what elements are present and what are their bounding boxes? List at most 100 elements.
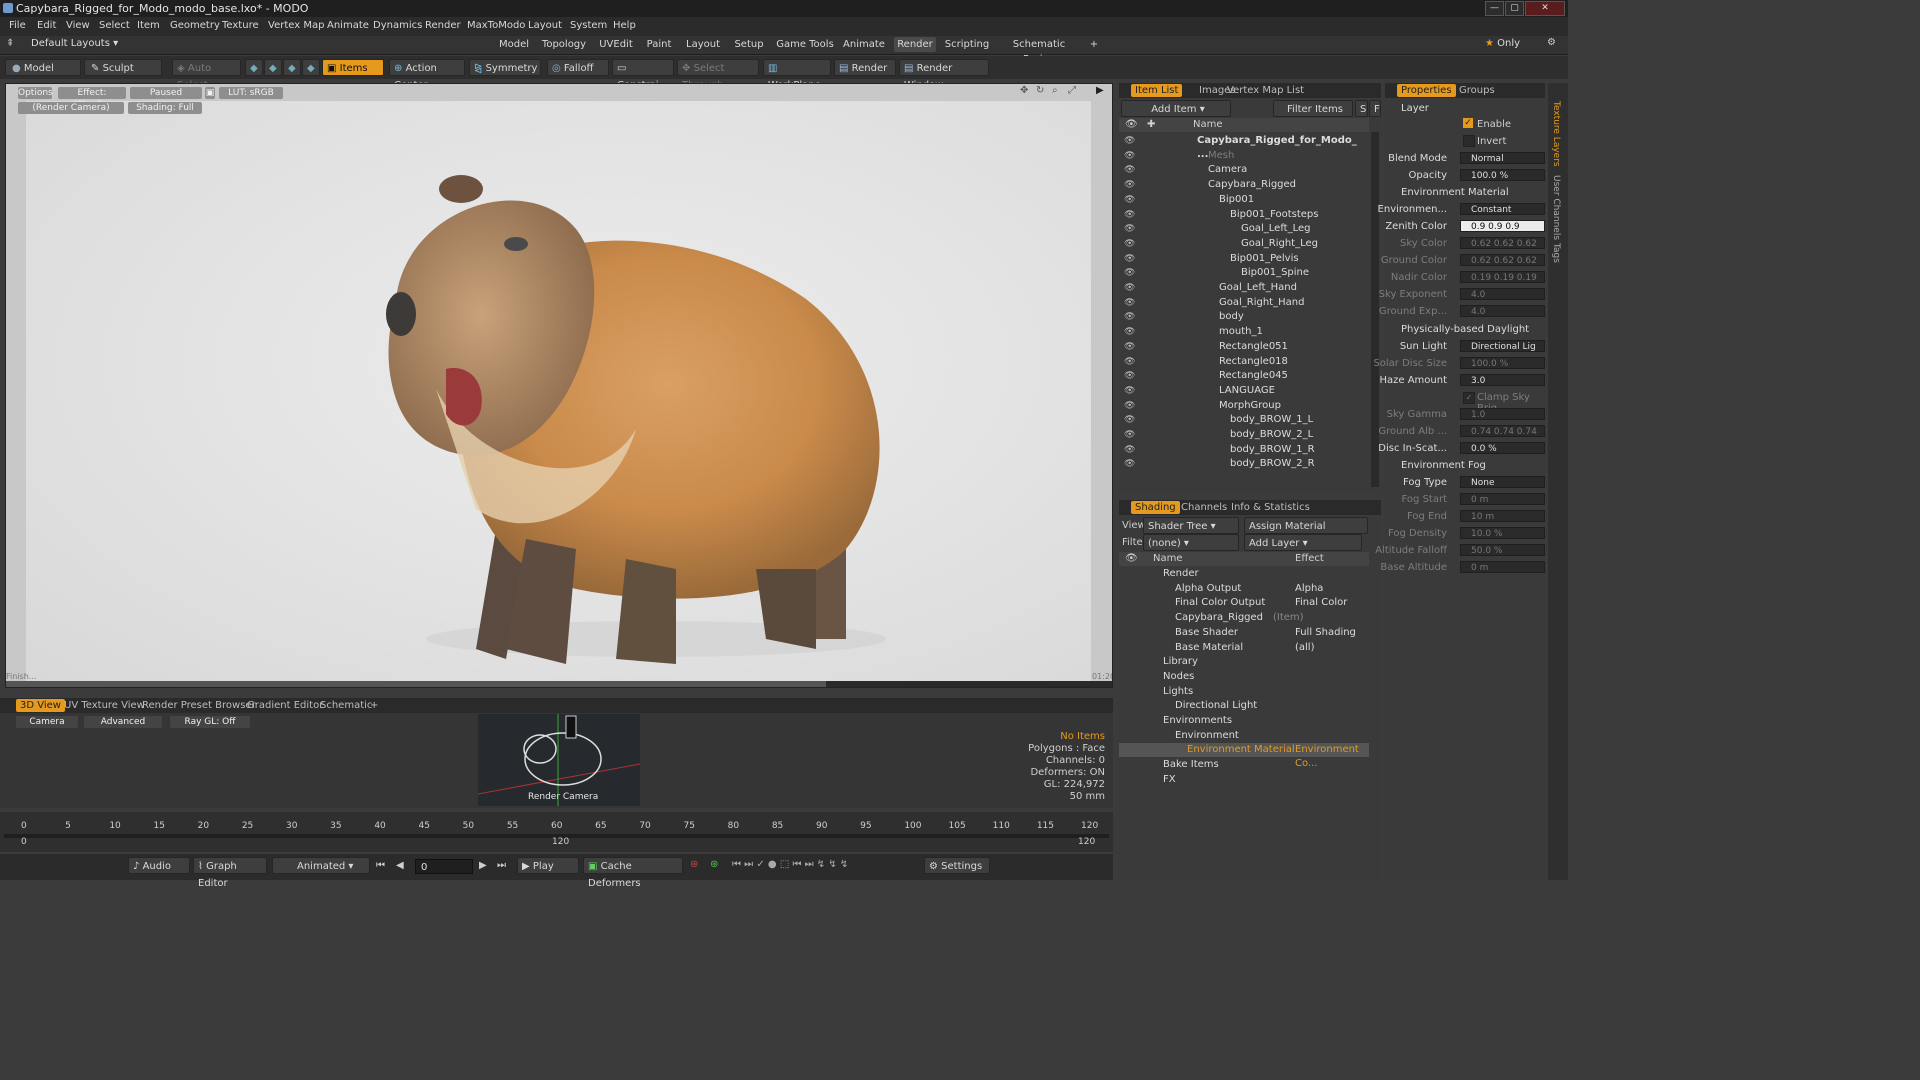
tab-groups[interactable]: Groups bbox=[1455, 84, 1499, 97]
opacity-field[interactable]: 100.0 % bbox=[1460, 169, 1545, 181]
item-row[interactable]: 👁 Mesh bbox=[1119, 149, 1367, 163]
symmetry-button[interactable]: ⧎ Symmetry bbox=[469, 59, 541, 76]
menu-file[interactable]: File bbox=[9, 20, 26, 31]
invert-checkbox[interactable] bbox=[1463, 135, 1475, 147]
menu-geometry[interactable]: Geometry bbox=[170, 20, 220, 31]
render-window-button[interactable]: ▤ Render Window bbox=[899, 59, 989, 91]
item-row[interactable]: 👁 body bbox=[1119, 310, 1367, 324]
sun-light-dropdown[interactable]: Directional Lig ... bbox=[1460, 340, 1545, 364]
haze-amount-field[interactable]: 3.0 bbox=[1460, 374, 1545, 386]
lut-dropdown[interactable]: LUT: sRGB bbox=[219, 87, 283, 99]
visibility-icon[interactable]: 👁 bbox=[1124, 325, 1135, 337]
snapshot-icon[interactable]: ▣ bbox=[205, 87, 215, 99]
tab-properties[interactable]: Properties bbox=[1397, 84, 1456, 97]
render-button[interactable]: ▤ Render bbox=[834, 59, 896, 76]
menu-item[interactable]: Item bbox=[137, 20, 160, 31]
item-row[interactable]: 👁 body_BROW_2_L bbox=[1119, 428, 1367, 442]
only-toggle[interactable]: ★ Only bbox=[1485, 38, 1520, 49]
move-view-icon[interactable]: ✥ bbox=[1020, 85, 1028, 96]
tab-layout[interactable]: Layout bbox=[683, 37, 723, 52]
zenith-color-field[interactable]: 0.9 0.9 0.9 bbox=[1460, 220, 1545, 232]
edges-mode-button[interactable]: ◆ bbox=[264, 59, 282, 76]
tab-tags[interactable]: Tags bbox=[1551, 243, 1561, 263]
shader-row[interactable]: Render bbox=[1119, 567, 1369, 581]
shader-row[interactable]: Directional Light bbox=[1119, 699, 1369, 713]
menu-system[interactable]: System bbox=[570, 20, 607, 31]
tab-shading[interactable]: Shading bbox=[1131, 501, 1180, 514]
maximize-icon[interactable]: ▢ bbox=[1505, 1, 1524, 16]
visibility-icon[interactable]: 👁 bbox=[1124, 281, 1135, 293]
frame-field[interactable]: 0 bbox=[415, 859, 473, 874]
item-row[interactable]: 👁 Goal_Right_Hand bbox=[1119, 296, 1367, 310]
base-altitude-field[interactable]: 0 m bbox=[1460, 561, 1545, 573]
visibility-icon[interactable]: 👁 bbox=[1124, 355, 1135, 367]
items-mode-button[interactable]: ▣ Items bbox=[322, 59, 384, 76]
tab-animate[interactable]: Animate bbox=[842, 37, 886, 52]
item-row[interactable]: 👁 Capybara_Rigged_for_Modo_ ... bbox=[1119, 134, 1367, 160]
tab-info-statistics[interactable]: Info & Statistics bbox=[1227, 501, 1314, 514]
altitude-falloff-field[interactable]: 50.0 % bbox=[1460, 544, 1545, 556]
shader-row[interactable]: Nodes bbox=[1119, 670, 1369, 684]
tab-render[interactable]: Render bbox=[894, 37, 936, 52]
ground-color-field[interactable]: 0.62 0.62 0.62 bbox=[1460, 254, 1545, 266]
gear-icon[interactable]: ⚙ bbox=[1547, 37, 1556, 48]
visibility-icon[interactable]: 👁 bbox=[1124, 208, 1135, 220]
maximize-view-icon[interactable]: ⤢ bbox=[1068, 85, 1076, 96]
visibility-icon[interactable]: 👁 bbox=[1124, 310, 1135, 322]
ground-exponent-field[interactable]: 4.0 bbox=[1460, 305, 1545, 317]
fog-end-field[interactable]: 10 m bbox=[1460, 510, 1545, 522]
graph-editor-button[interactable]: ⌇ Graph Editor bbox=[193, 857, 267, 889]
tab-channels[interactable]: Channels bbox=[1177, 501, 1231, 514]
shader-effect[interactable]: Full Shading bbox=[1295, 626, 1356, 640]
camera-thumbnail[interactable]: Render Camera bbox=[477, 714, 641, 806]
tab-model[interactable]: Model bbox=[496, 37, 532, 52]
enable-checkbox[interactable]: ✓ bbox=[1463, 118, 1473, 128]
item-row[interactable]: 👁 Goal_Right_Leg bbox=[1119, 237, 1367, 251]
shader-row[interactable]: Library bbox=[1119, 655, 1369, 669]
shader-row[interactable]: Base Shader Full Shading bbox=[1119, 626, 1369, 640]
sky-gamma-field[interactable]: 1.0 bbox=[1460, 408, 1545, 420]
tab-game-tools[interactable]: Game Tools bbox=[776, 37, 834, 52]
viewport-scrollbar[interactable] bbox=[6, 681, 1112, 687]
shader-effect[interactable]: (all) bbox=[1295, 641, 1315, 655]
item-row[interactable]: 👁 Rectangle051 bbox=[1119, 340, 1367, 354]
tab-3d-view[interactable]: 3D View bbox=[16, 699, 65, 712]
shader-effect[interactable]: Final Color bbox=[1295, 596, 1347, 610]
close-icon[interactable]: ✕ bbox=[1525, 1, 1565, 16]
camera-button[interactable]: Camera bbox=[16, 716, 78, 728]
visibility-icon[interactable]: 👁 bbox=[1124, 237, 1135, 249]
visibility-icon[interactable]: 👁 bbox=[1124, 369, 1135, 381]
s-button[interactable]: S bbox=[1355, 100, 1368, 117]
advanced-button[interactable]: Advanced bbox=[84, 716, 162, 728]
add-tab-icon[interactable]: + bbox=[1087, 37, 1101, 52]
tab-uvedit[interactable]: UVEdit bbox=[597, 37, 635, 52]
item-row[interactable]: 👁 Bip001 bbox=[1119, 193, 1367, 207]
tab-item-list[interactable]: Item List bbox=[1131, 84, 1183, 97]
shader-row[interactable]: FX bbox=[1119, 773, 1369, 787]
tab-setup[interactable]: Setup bbox=[731, 37, 767, 52]
visibility-icon[interactable]: 👁 bbox=[1124, 222, 1135, 234]
shader-row[interactable]: Environments bbox=[1119, 714, 1369, 728]
animated-dropdown[interactable]: Animated ▾ bbox=[272, 857, 370, 874]
go-end-icon[interactable]: ⏭ bbox=[497, 860, 506, 871]
clamp-sky-checkbox[interactable]: ✓ bbox=[1463, 392, 1475, 404]
visibility-icon[interactable]: 👁 bbox=[1124, 163, 1135, 175]
shader-row[interactable]: Base Material (all) bbox=[1119, 641, 1369, 655]
visibility-icon[interactable]: 👁 bbox=[1124, 178, 1135, 190]
visibility-icon[interactable]: 👁 bbox=[1124, 399, 1135, 411]
audio-button[interactable]: ♪ Audio bbox=[128, 857, 190, 874]
shader-row[interactable]: Capybara_Rigged (Item) bbox=[1119, 611, 1369, 625]
visibility-icon[interactable]: 👁 bbox=[1124, 266, 1135, 278]
add-item-button[interactable]: Add Item ▾ bbox=[1121, 100, 1231, 117]
item-row[interactable]: 👁 Bip001_Pelvis bbox=[1119, 252, 1367, 266]
filter-items-field[interactable]: Filter Items bbox=[1273, 100, 1353, 117]
item-row[interactable]: 👁 body_BROW_2_R bbox=[1119, 457, 1367, 471]
blend-mode-dropdown[interactable]: Normal bbox=[1460, 152, 1545, 164]
fog-type-dropdown[interactable]: None bbox=[1460, 476, 1545, 488]
visibility-icon[interactable]: 👁 bbox=[1124, 443, 1135, 455]
item-row[interactable]: 👁 Bip001_Spine bbox=[1119, 266, 1367, 280]
expand-arrow-icon[interactable]: ▶ bbox=[1096, 85, 1104, 96]
timeline[interactable]: 0 5 10 15 20 25 30 35 40 45 50 55 60 65 70 75 80 85 90 95 10… bbox=[0, 812, 1113, 852]
action-center-button[interactable]: ⊕ Action Center bbox=[389, 59, 465, 91]
item-row[interactable]: 👁 Goal_Left_Leg bbox=[1119, 222, 1367, 236]
